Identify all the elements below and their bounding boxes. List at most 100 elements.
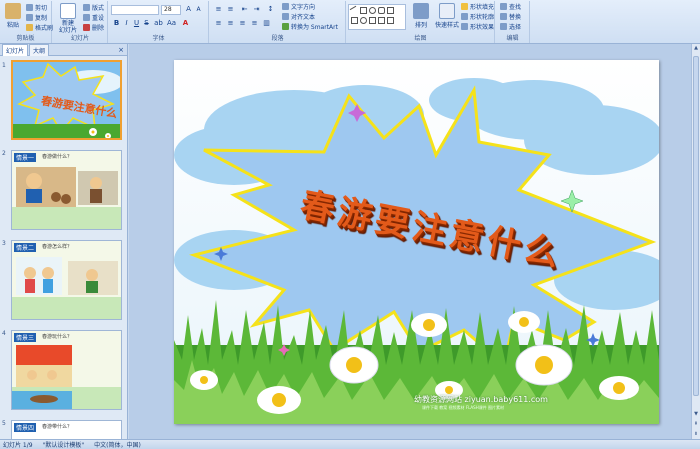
numbering-button[interactable]: ≡	[226, 5, 235, 14]
convert-smartart-button[interactable]: 转换为 SmartArt	[282, 22, 338, 31]
paragraph-group: ≡ ≡ ⇤ ⇥ ↕ ≡ ≡ ≡ ≡ ▥ 文字方向 对齐文本 转换为 SmartA…	[210, 1, 346, 43]
theme-name: "默认设计模板"	[42, 442, 85, 449]
new-slide-button[interactable]: 新建 幻灯片	[55, 3, 81, 34]
quick-styles-icon	[439, 3, 455, 19]
font-name-field[interactable]	[111, 5, 159, 15]
text-direction-button[interactable]: 文字方向	[282, 2, 315, 11]
outline-icon	[461, 13, 468, 20]
bold-button[interactable]: B	[112, 19, 121, 28]
slide-number: 1	[2, 62, 6, 69]
pane-tabs: 幻灯片 大纲 ×	[0, 43, 127, 56]
scrollbar-thumb[interactable]	[693, 56, 699, 396]
slide-number: 4	[2, 330, 6, 337]
powerpoint-window: 粘贴 剪切 复制 格式刷 剪贴板 新建 幻灯片 版式 重设 删除 幻灯片 28 …	[0, 0, 700, 449]
rectangle-shape-icon	[360, 7, 367, 14]
scene-question: 春游带什么？	[42, 424, 73, 430]
paste-icon	[5, 3, 21, 19]
scroll-up-icon[interactable]: ▲	[692, 44, 700, 53]
drawing-label: 绘图	[414, 35, 427, 42]
current-slide[interactable]: 春游要注意什么 幼教资源网站 ziyuan.baby611.com 课件下载 教…	[174, 60, 659, 424]
italic-button[interactable]: I	[122, 19, 131, 28]
triangle-shape-icon	[387, 7, 394, 14]
scene-label: 情景四	[14, 423, 37, 432]
delete-slide-button[interactable]: 删除	[83, 23, 104, 32]
reset-button[interactable]: 重设	[83, 13, 104, 22]
scissors-icon	[26, 4, 33, 11]
tab-outline[interactable]: 大纲	[29, 43, 50, 56]
align-text-icon	[282, 13, 289, 20]
slide-thumbnail-4[interactable]: 情景三 春游玩什么？	[11, 330, 122, 410]
fill-icon	[461, 3, 468, 10]
slide-thumbnail-image	[12, 151, 121, 229]
slides-pane: 幻灯片 大纲 × 1 春游要注意什么 2 情景一 春游做什么？ 3 情景二 春游…	[0, 43, 128, 439]
align-left-button[interactable]: ≡	[214, 19, 223, 28]
bullets-button[interactable]: ≡	[214, 5, 223, 14]
font-size-field[interactable]: 28	[161, 5, 181, 15]
copy-button[interactable]: 复制	[26, 13, 47, 22]
spacing-button[interactable]: ab	[154, 19, 163, 28]
find-icon	[500, 3, 507, 10]
prev-slide-icon[interactable]: ⇞	[692, 420, 700, 429]
paste-button[interactable]: 粘贴	[2, 3, 24, 33]
slide-thumbnail-1[interactable]: 春游要注意什么	[11, 60, 122, 140]
slides-group: 新建 幻灯片 版式 重设 删除 幻灯片	[53, 1, 108, 43]
align-right-button[interactable]: ≡	[238, 19, 247, 28]
slide-thumbnail-5[interactable]: 情景四 春游带什么？	[11, 420, 122, 439]
delete-icon	[83, 24, 90, 31]
find-button[interactable]: 查找	[500, 2, 521, 11]
brace-shape-icon	[369, 17, 376, 24]
clipboard-group: 粘贴 剪切 复制 格式刷 剪贴板	[0, 1, 53, 43]
layout-icon	[83, 4, 90, 11]
align-text-button[interactable]: 对齐文本	[282, 12, 315, 21]
slides-label: 幻灯片	[70, 35, 89, 42]
arrange-button[interactable]: 排列	[409, 3, 433, 33]
select-button[interactable]: 选择	[500, 22, 521, 31]
scroll-down-icon[interactable]: ▼	[692, 410, 700, 419]
slide-thumbnail-2[interactable]: 情景一 春游做什么？	[11, 150, 122, 230]
close-icon[interactable]: ×	[118, 46, 124, 54]
status-bar: 幻灯片 1/9 "默认设计模板" 中文(简体，中国)	[0, 439, 700, 449]
shapes-gallery[interactable]	[348, 4, 406, 30]
slide-thumbnail-image	[12, 331, 121, 409]
align-center-button[interactable]: ≡	[226, 19, 235, 28]
shape-outline-button[interactable]: 形状轮廓	[461, 12, 494, 21]
tab-slides[interactable]: 幻灯片	[2, 43, 29, 56]
slide-thumbnail-3[interactable]: 情景二 春游怎么样？	[11, 240, 122, 320]
layout-button[interactable]: 版式	[83, 3, 104, 12]
language-indicator[interactable]: 中文(简体，中国)	[94, 440, 141, 449]
line-spacing-button[interactable]: ↕	[266, 5, 275, 14]
shape-effects-button[interactable]: 形状效果	[461, 22, 494, 31]
effects-icon	[461, 23, 468, 30]
slide-thumbnail-image	[12, 241, 121, 319]
next-slide-icon[interactable]: ⇟	[692, 430, 700, 439]
rounded-rect-shape-icon	[378, 7, 385, 14]
justify-button[interactable]: ≡	[250, 19, 259, 28]
vertical-scrollbar[interactable]: ▲ ▼ ⇞ ⇟	[691, 44, 700, 439]
slide-editor: 春游要注意什么 幼教资源网站 ziyuan.baby611.com 课件下载 教…	[129, 44, 700, 439]
grow-font-button[interactable]: A	[184, 5, 193, 14]
copy-icon	[26, 14, 33, 21]
underline-button[interactable]: U	[132, 19, 141, 28]
columns-button[interactable]: ▥	[262, 19, 271, 28]
arrow-shape-icon	[351, 17, 358, 24]
scene-question: 春游玩什么？	[42, 334, 73, 340]
quick-styles-button[interactable]: 快速样式	[433, 3, 461, 33]
oval-shape-icon	[369, 7, 376, 14]
replace-icon	[500, 13, 507, 20]
paragraph-label: 段落	[271, 35, 284, 42]
shrink-font-button[interactable]: A	[194, 5, 203, 14]
increase-indent-button[interactable]: ⇥	[252, 5, 261, 14]
case-button[interactable]: Aa	[167, 19, 176, 28]
slide-number: 3	[2, 240, 6, 247]
shape-fill-button[interactable]: 形状填充	[461, 2, 494, 11]
smartart-icon	[282, 23, 289, 30]
decrease-indent-button[interactable]: ⇤	[240, 5, 249, 14]
text-direction-icon	[282, 3, 289, 10]
font-color-button[interactable]: A	[181, 19, 190, 28]
strikethrough-button[interactable]: S	[142, 19, 151, 28]
format-painter-button[interactable]: 格式刷	[26, 23, 53, 32]
scene-question: 春游做什么？	[42, 154, 73, 160]
cut-button[interactable]: 剪切	[26, 3, 47, 12]
replace-button[interactable]: 替换	[500, 12, 521, 21]
brush-icon	[26, 24, 33, 31]
